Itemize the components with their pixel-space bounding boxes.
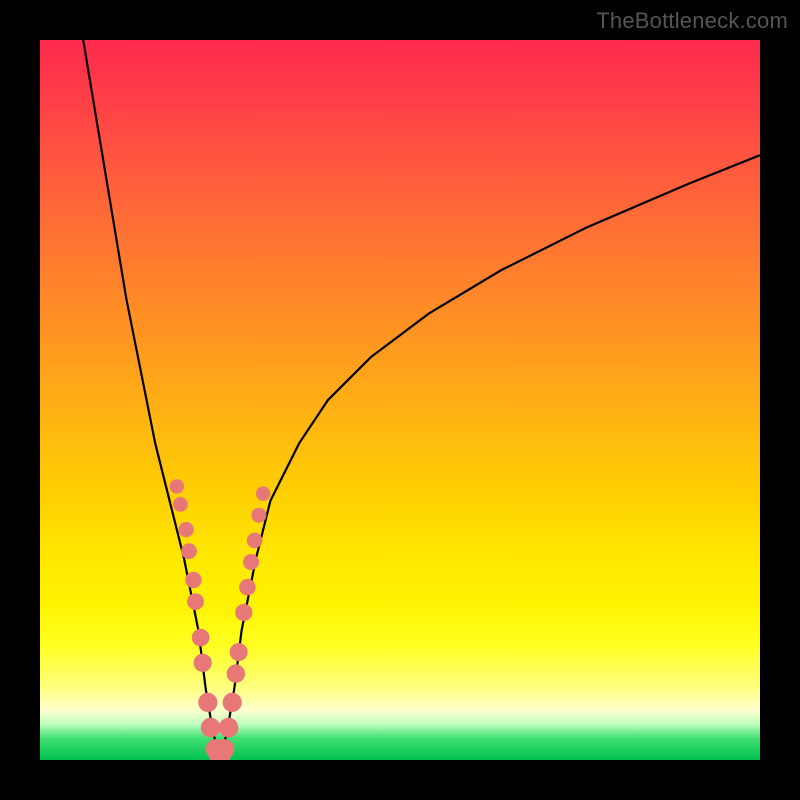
plot-area	[40, 40, 760, 760]
sample-dot	[219, 718, 239, 738]
sample-dot	[179, 522, 194, 537]
chart-svg	[40, 40, 760, 760]
attribution-label: TheBottleneck.com	[596, 8, 788, 34]
sample-dot	[201, 718, 221, 738]
sample-dot	[230, 643, 248, 661]
sample-dot	[185, 572, 201, 588]
chart-frame: TheBottleneck.com	[0, 0, 800, 800]
sample-dot	[181, 543, 197, 559]
sample-dot	[247, 533, 263, 549]
sample-dots-group	[170, 479, 271, 760]
sample-dot	[194, 654, 212, 672]
sample-dot	[187, 593, 204, 610]
sample-dot	[243, 554, 259, 570]
sample-dot	[256, 486, 270, 500]
sample-dot	[198, 693, 217, 712]
bottleneck-curve	[83, 40, 760, 760]
sample-dot	[227, 664, 245, 682]
sample-dot	[173, 497, 188, 512]
sample-dot	[251, 508, 266, 523]
sample-dot	[192, 629, 210, 647]
sample-dot	[214, 739, 234, 759]
sample-dot	[170, 479, 184, 493]
sample-dot	[223, 693, 242, 712]
sample-dot	[235, 604, 252, 621]
sample-dot	[239, 579, 256, 596]
